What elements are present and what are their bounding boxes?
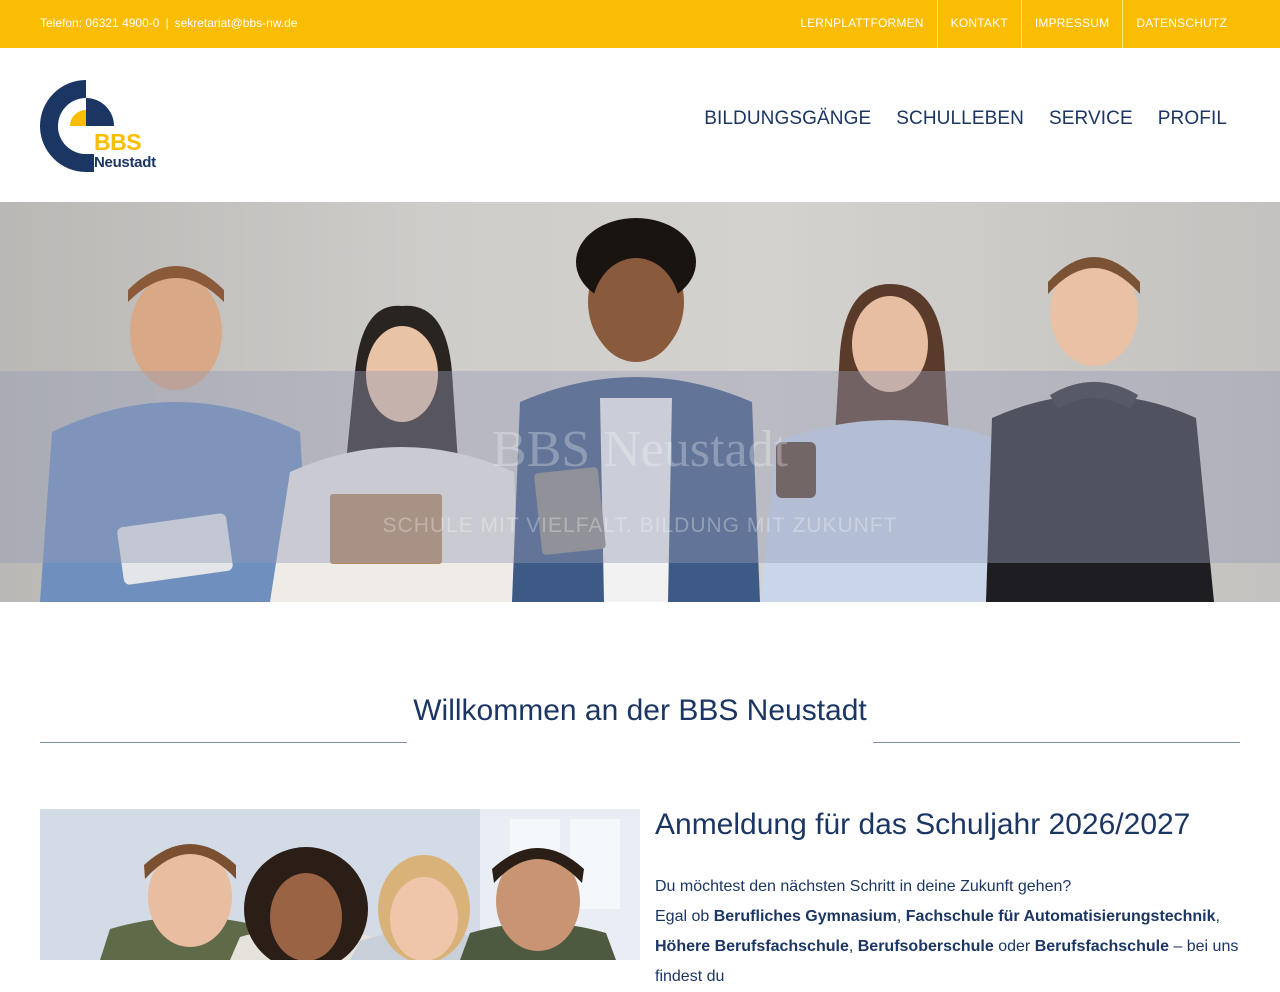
program-berufsoberschule[interactable]: Berufsoberschule xyxy=(858,938,994,955)
nav-item-schulleben[interactable]: SCHULLEBEN xyxy=(896,108,1024,130)
contact-separator: | xyxy=(165,16,169,30)
contact-info: Telefon: 06321 4900-0 | sekretariat@bbs-nw… xyxy=(40,16,297,30)
article-text-part: oder xyxy=(993,938,1035,955)
registration-photo xyxy=(40,809,640,960)
utility-link-kontakt[interactable]: KONTAKT xyxy=(936,0,1021,48)
nav-item-service[interactable]: SERVICE xyxy=(1049,108,1133,130)
nav-item-bildungsgaenge[interactable]: BILDUNGSGÄNGE xyxy=(704,108,871,130)
site-logo[interactable]: BBS Neustadt xyxy=(40,80,170,174)
phone-link[interactable]: Telefon: 06321 4900-0 xyxy=(40,16,159,30)
main-nav: BILDUNGSGÄNGE SCHULLEBEN SERVICE PROFIL xyxy=(704,108,1227,130)
program-fachschule-automatisierungstechnik[interactable]: Fachschule für Automatisierungstechnik xyxy=(906,908,1216,925)
divider-left xyxy=(40,742,407,743)
article-heading: Anmeldung für das Schuljahr 2026/2027 xyxy=(655,808,1191,841)
nav-item-profil[interactable]: PROFIL xyxy=(1158,108,1227,130)
welcome-section: Willkommen an der BBS Neustadt xyxy=(40,694,1240,744)
divider-right xyxy=(873,742,1240,743)
site-header: BBS Neustadt BILDUNGSGÄNGE SCHULLEBEN SE… xyxy=(0,48,1280,202)
article-text-part: , xyxy=(896,908,906,925)
program-berufliches-gymnasium[interactable]: Berufliches Gymnasium xyxy=(714,908,897,925)
program-berufsfachschule[interactable]: Berufsfachschule xyxy=(1035,938,1169,955)
hero-subtitle: SCHULE MIT VIELFALT. BILDUNG MIT ZUKUNFT xyxy=(382,514,898,537)
top-bar: Telefon: 06321 4900-0 | sekretariat@bbs-nw… xyxy=(0,0,1280,48)
article-text: Du möchtest den nächsten Schritt in dein… xyxy=(655,872,1245,992)
logo-text-neustadt: Neustadt xyxy=(94,154,156,171)
article-intro: Du möchtest den nächsten Schritt in dein… xyxy=(655,878,1072,895)
students-group-image xyxy=(40,809,640,960)
article-text-part: , xyxy=(1215,908,1220,925)
logo-text-bbs: BBS xyxy=(94,129,142,155)
hero-title: BBS Neustadt xyxy=(491,421,789,478)
utility-link-lernplattformen[interactable]: LERNPLATTFORMEN xyxy=(787,0,936,48)
utility-link-impressum[interactable]: IMPRESSUM xyxy=(1020,0,1122,48)
utility-nav: LERNPLATTFORMEN KONTAKT IMPRESSUM DATENS… xyxy=(787,0,1240,48)
registration-article: Anmeldung für das Schuljahr 2026/2027 Du… xyxy=(655,806,1245,992)
welcome-heading: Willkommen an der BBS Neustadt xyxy=(413,694,867,727)
utility-link-datenschutz[interactable]: DATENSCHUTZ xyxy=(1122,0,1240,48)
article-text-part: , xyxy=(848,938,858,955)
article-text-part: Egal ob xyxy=(655,908,714,925)
email-link[interactable]: sekretariat@bbs-nw.de xyxy=(175,16,298,30)
hero-banner: BBS Neustadt SCHULE MIT VIELFALT. BILDUN… xyxy=(0,202,1280,602)
program-hoehere-berufsfachschule[interactable]: Höhere Berufsfachschule xyxy=(655,938,849,955)
